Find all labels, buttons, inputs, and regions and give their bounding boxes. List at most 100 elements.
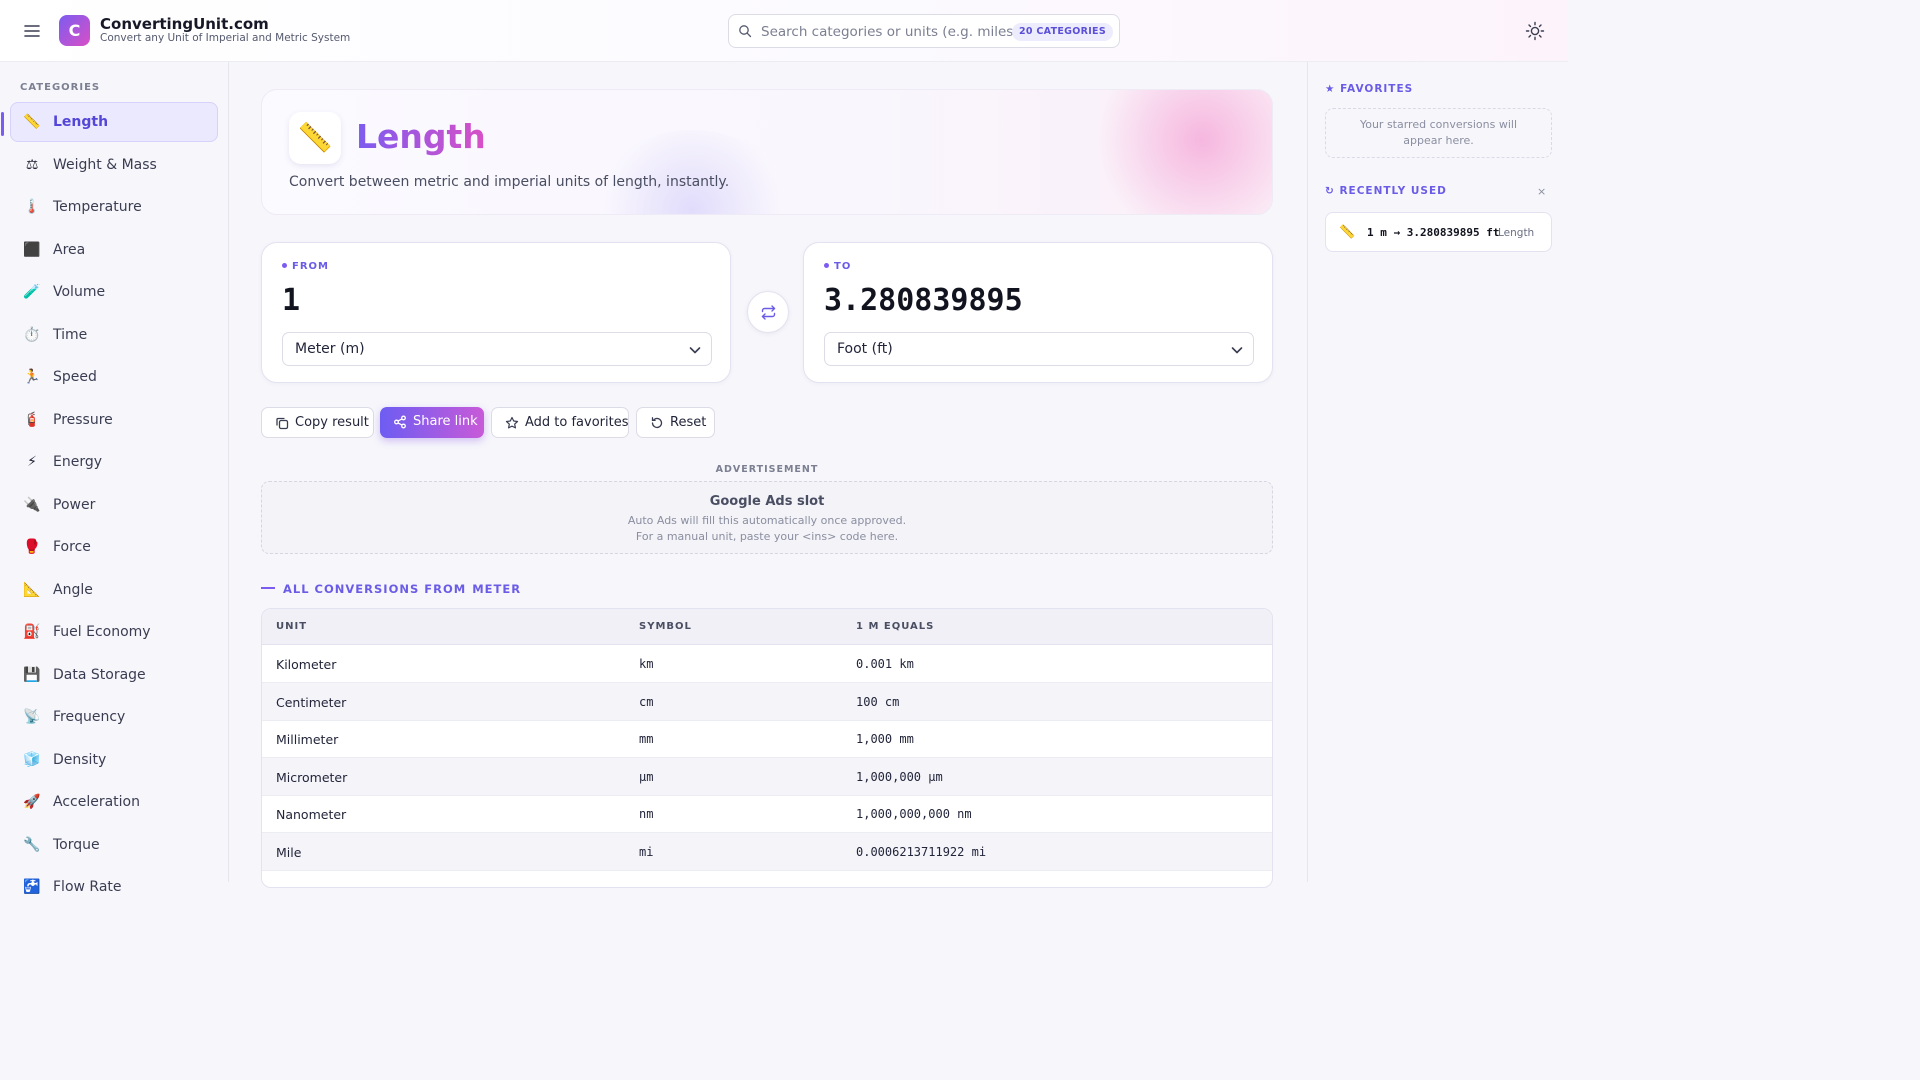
brand-name[interactable]: ConvertingUnit.com [100, 15, 269, 33]
sidebar-heading: CATEGORIES [20, 82, 101, 93]
sidebar-item-area[interactable]: ⬛ Area [10, 230, 218, 270]
angle-icon: 📐 [23, 581, 41, 598]
unit-cell: Kilometer [276, 657, 337, 672]
search-box[interactable]: 20 CATEGORIES [728, 14, 1120, 48]
ad-line-2: For a manual unit, paste your <ins> code… [635, 530, 899, 543]
to-unit-select[interactable]: Foot (ft) [824, 332, 1254, 366]
density-icon: 🧊 [23, 751, 41, 768]
sidebar-item-time[interactable]: ⏱️ Time [10, 315, 218, 355]
hamburger-icon[interactable] [22, 19, 44, 43]
table-row[interactable]: Centimeter cm 100 cm [262, 682, 1272, 721]
top-header: C ConvertingUnit.com Convert any Unit of… [0, 0, 1568, 62]
sidebar-item-label: Density [53, 751, 107, 768]
sidebar-item-torque[interactable]: 🔧 Torque [10, 825, 218, 865]
from-label: FROM [282, 261, 329, 272]
share-link-button[interactable]: Share link [380, 407, 484, 438]
conversions-heading: ALL CONVERSIONS FROM METER [261, 582, 521, 596]
symbol-cell: km [639, 657, 654, 671]
sidebar-item-data-storage[interactable]: 💾 Data Storage [10, 655, 218, 695]
search-input[interactable] [761, 22, 1016, 42]
to-label: TO [824, 261, 851, 272]
sidebar-item-pressure[interactable]: 🧯 Pressure [10, 400, 218, 440]
length-icon: 📏 [23, 114, 41, 130]
column-header-symbol[interactable]: SYMBOL [639, 621, 692, 632]
recent-item[interactable]: 📏 1 m → 3.280839895 ft Length [1325, 212, 1552, 252]
sun-icon[interactable] [1525, 21, 1545, 41]
sidebar-item-label: Data Storage [53, 666, 146, 683]
force-icon: 🥊 [23, 539, 41, 555]
sidebar-item-label: Pressure [53, 411, 113, 428]
page-title: Length [356, 117, 486, 156]
star-icon [505, 416, 519, 429]
sidebar-item-label: Speed [53, 369, 97, 385]
site-logo[interactable]: C [59, 15, 90, 46]
search-icon [739, 25, 752, 38]
flow-rate-icon: 🚰 [23, 879, 41, 895]
table-row[interactable]: Mile mi 0.0006213711922 mi [262, 833, 1272, 871]
sidebar-item-force[interactable]: 🥊 Force [10, 527, 218, 567]
torque-icon: 🔧 [23, 836, 41, 853]
sidebar-item-label: Power [53, 496, 96, 513]
unit-cell: Nanometer [276, 807, 347, 823]
table-row[interactable]: Kilometer km 0.001 km [262, 645, 1272, 683]
sidebar-item-label: Flow Rate [53, 879, 122, 895]
sidebar-item-temperature[interactable]: 🌡️ Temperature [10, 187, 218, 227]
fuel-economy-icon: ⛽ [23, 624, 41, 640]
recently-used-heading: ↻ RECENTLY USED [1325, 185, 1447, 197]
reset-button[interactable]: Reset [636, 407, 715, 438]
add-to-favorites-label: Add to favorites [525, 415, 629, 430]
ruler-icon: 📏 [289, 112, 341, 164]
sidebar-item-frequency[interactable]: 📡 Frequency [10, 697, 218, 737]
energy-icon: ⚡ [27, 454, 37, 470]
right-panel: ★ FAVORITES Your starred conversions wil… [1307, 62, 1568, 882]
sidebar-item-weight-mass[interactable]: ⚖ Weight & Mass [10, 145, 218, 185]
frequency-icon: 📡 [23, 709, 41, 725]
sidebar-item-label: Torque [53, 836, 100, 853]
table-row[interactable]: Micrometer µm 1,000,000 µm [262, 757, 1272, 796]
recent-conversion: 1 m → 3.280839895 ft [1367, 226, 1500, 239]
sidebar-item-power[interactable]: 🔌 Power [10, 485, 218, 525]
sidebar-item-label: Angle [53, 581, 93, 598]
sidebar-item-acceleration[interactable]: 🚀 Acceleration [10, 782, 218, 822]
table-row[interactable]: Nanometer nm 1,000,000,000 nm [262, 795, 1272, 834]
swap-units-button[interactable] [747, 291, 789, 333]
categories-count-badge: 20 CATEGORIES [1011, 23, 1113, 41]
add-to-favorites-button[interactable]: Add to favorites [491, 407, 629, 438]
sidebar-item-label: Volume [53, 284, 106, 300]
sidebar-item-label: Length [53, 114, 109, 130]
ruler-icon: 📏 [1339, 225, 1356, 240]
sidebar-item-fuel-economy[interactable]: ⛽ Fuel Economy [10, 612, 218, 652]
to-value-output: 3.280839895 [824, 283, 1023, 318]
favorites-empty-text: Your starred conversions will appear her… [1359, 118, 1518, 147]
sidebar-item-speed[interactable]: 🏃 Speed [10, 357, 218, 397]
sidebar-item-density[interactable]: 🧊 Density [10, 740, 218, 780]
sidebar-item-energy[interactable]: ⚡ Energy [10, 442, 218, 482]
from-unit-select[interactable]: Meter (m) [282, 332, 712, 366]
sidebar-item-length[interactable]: 📏 Length [10, 102, 218, 142]
sidebar-item-label: Area [53, 241, 86, 258]
column-header-equals[interactable]: 1 M EQUALS [856, 621, 934, 632]
ad-slot[interactable]: Google Ads slot Auto Ads will fill this … [261, 481, 1273, 554]
symbol-cell: cm [639, 694, 654, 709]
symbol-cell: µm [639, 769, 654, 784]
sidebar-item-flow-rate[interactable]: 🚰 Flow Rate [10, 867, 218, 907]
temperature-icon: 🌡️ [23, 199, 41, 215]
copy-icon [276, 417, 289, 430]
chevron-down-icon [1231, 347, 1243, 354]
sidebar-item-label: Fuel Economy [53, 624, 151, 640]
sidebar-item-angle[interactable]: 📐 Angle [10, 570, 218, 610]
data-storage-icon: 💾 [23, 666, 41, 683]
clear-recent-button[interactable]: × [1537, 185, 1547, 198]
table-row[interactable]: Millimeter mm 1,000 mm [262, 720, 1272, 759]
sidebar-item-label: Energy [53, 454, 103, 470]
sidebar-item-label: Weight & Mass [53, 156, 157, 173]
sidebar-item-volume[interactable]: 🧪 Volume [10, 272, 218, 312]
from-value-input[interactable]: 1 [282, 283, 300, 318]
sidebar-item-label: Time [53, 326, 88, 343]
sidebar-item-label: Acceleration [53, 794, 140, 810]
copy-result-button[interactable]: Copy result [261, 407, 374, 438]
share-icon [394, 415, 406, 429]
from-unit-value: Meter (m) [295, 341, 365, 357]
column-header-unit[interactable]: UNIT [276, 621, 307, 632]
equals-cell: 0.0006213711922 mi [856, 845, 987, 859]
